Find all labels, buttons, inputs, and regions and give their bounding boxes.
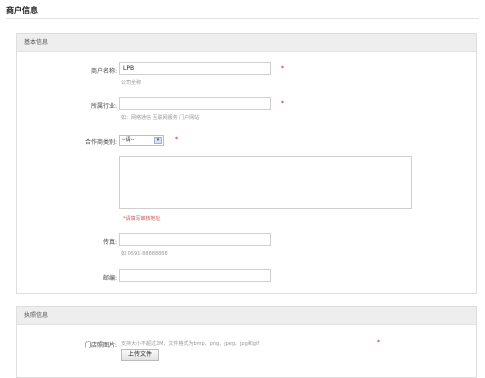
cooperation-type-required: * [175,136,178,143]
title-divider [6,18,479,19]
merchant-name-hint: 公司全称 [121,80,142,86]
postcode-input[interactable] [119,269,271,282]
cooperation-type-label: 合作商类别: [84,139,117,146]
fax-input[interactable] [119,233,271,246]
storefront-photo-label: 门店照图片: [84,342,117,349]
cooperation-type-value: --请-- [122,137,135,143]
fax-hint: 如:0591-88888888 [121,251,168,257]
industry-input[interactable] [119,97,271,110]
fax-label: 传真: [102,239,117,246]
basic-info-panel: 基本信息 商户名称: LPB * 公司全称 所属行业: * 如：网络通信 互联网… [16,33,477,294]
cooperation-detail-textarea[interactable] [119,156,412,209]
chevron-down-icon: ▾ [154,137,162,144]
merchant-name-input[interactable]: LPB [119,62,271,75]
basic-info-header: 基本信息 [17,34,476,52]
storefront-photo-required: * [377,339,380,346]
postcode-label: 邮编: [102,275,117,282]
merchant-name-label: 商户名称: [90,68,117,75]
cooperation-type-select[interactable]: --请-- ▾ [119,135,164,146]
upload-file-button[interactable]: 上传文件 [121,349,160,361]
license-info-panel: 执照信息 门店照图片: 支持大小不超过2M，文件格式为bmp、png、jpeg、… [16,306,477,378]
industry-required: * [281,100,284,107]
cooperation-detail-hint: *请填写审核地址 [123,216,161,222]
storefront-photo-hint: 支持大小不超过2M，文件格式为bmp、png、jpeg、jpg和gif [121,341,260,347]
industry-label: 所属行业: [90,103,117,110]
industry-hint: 如：网络通信 互联网服务 门户网站 [121,115,200,121]
page-title: 商户信息 [6,6,38,15]
merchant-name-required: * [281,65,284,72]
license-info-header: 执照信息 [17,307,476,325]
